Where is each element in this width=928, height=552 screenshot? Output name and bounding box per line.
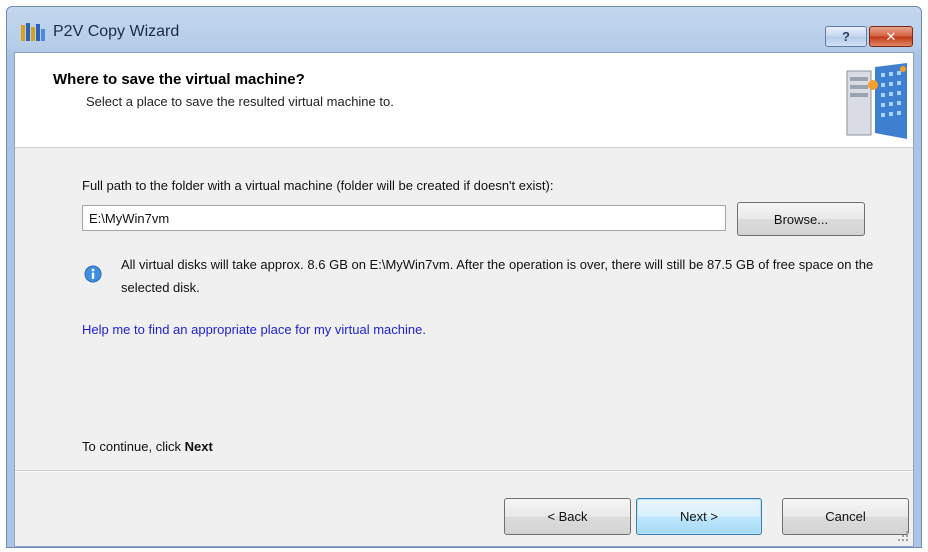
continue-hint-prefix: To continue, click <box>82 439 185 454</box>
wizard-client-area: Where to save the virtual machine? Selec… <box>14 52 914 547</box>
wizard-header: Where to save the virtual machine? Selec… <box>15 53 913 148</box>
browse-button[interactable]: Browse... <box>737 202 865 236</box>
path-input[interactable] <box>82 205 726 231</box>
close-button[interactable]: ✕ <box>869 26 913 47</box>
app-wizard-icon <box>21 23 45 41</box>
cancel-button[interactable]: Cancel <box>782 498 909 535</box>
wizard-window: P2V Copy Wizard ? ✕ Where to save the vi… <box>6 6 922 548</box>
window-title: P2V Copy Wizard <box>53 23 180 40</box>
resize-grip-icon[interactable] <box>897 530 909 542</box>
server-illustration-icon <box>846 63 907 139</box>
disk-space-info: All virtual disks will take approx. 8.6 … <box>121 257 874 295</box>
footer-divider <box>15 470 913 472</box>
back-button[interactable]: < Back <box>504 498 631 535</box>
path-label: Full path to the folder with a virtual m… <box>82 178 554 193</box>
help-icon: ? <box>842 29 850 44</box>
page-title: Where to save the virtual machine? <box>53 71 305 88</box>
continue-hint-next: Next <box>184 439 213 454</box>
continue-hint: To continue, click Next <box>82 439 213 454</box>
close-icon: ✕ <box>885 28 897 44</box>
page-subtitle: Select a place to save the resulted virt… <box>86 94 394 109</box>
title-bar[interactable]: P2V Copy Wizard ? ✕ <box>7 7 921 52</box>
info-icon <box>84 265 102 283</box>
help-button[interactable]: ? <box>825 26 867 47</box>
find-place-help-link[interactable]: Help me to find an appropriate place for… <box>82 322 426 337</box>
next-button[interactable]: Next > <box>636 498 762 535</box>
